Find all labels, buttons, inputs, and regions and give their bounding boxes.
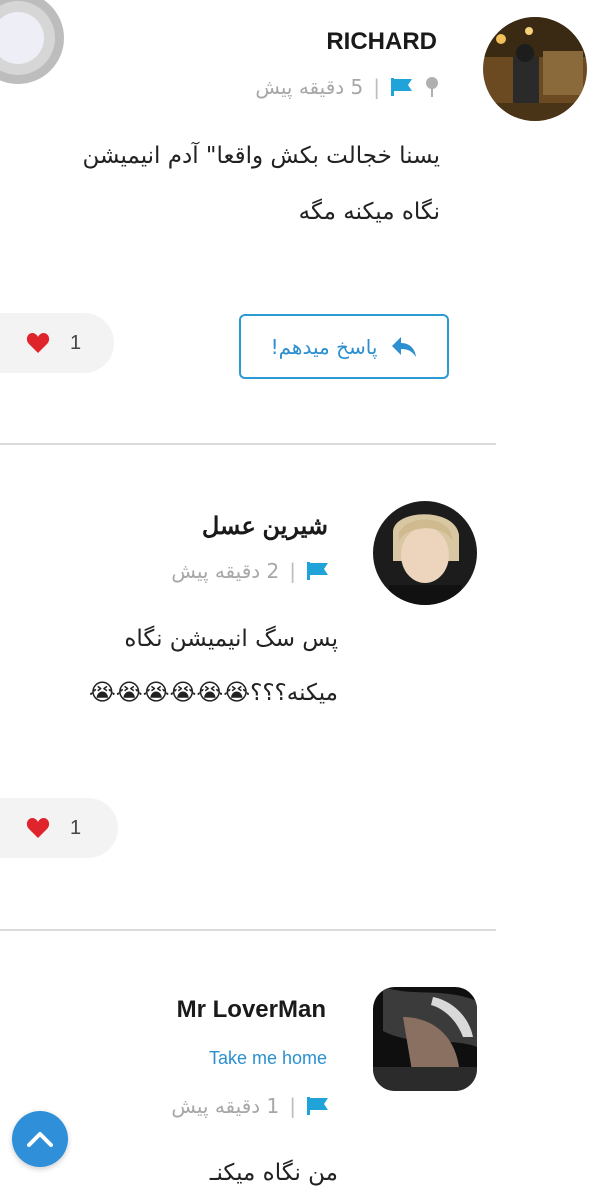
comment-time: 2 دقیقه پیش bbox=[171, 559, 280, 583]
flag-icon[interactable] bbox=[306, 561, 330, 581]
flag-icon[interactable] bbox=[306, 1096, 330, 1116]
like-button[interactable]: 1 bbox=[0, 313, 114, 373]
comment-body-line: میکنه؟؟؟😭😭😭😭😭😭 bbox=[88, 680, 338, 706]
comment-meta: | 2 دقیقه پیش bbox=[171, 559, 330, 583]
comment-item: شیرین عسل | 2 دقیقه پیش پس سگ انیمیشن نگ… bbox=[0, 446, 600, 930]
comment-divider bbox=[0, 929, 496, 931]
heart-icon bbox=[26, 818, 50, 838]
avatar[interactable] bbox=[373, 501, 477, 605]
meta-separator: | bbox=[289, 1094, 296, 1118]
avatar-photo bbox=[373, 987, 477, 1091]
scroll-to-top-button[interactable] bbox=[12, 1111, 68, 1167]
meta-separator: | bbox=[373, 75, 380, 99]
comment-body-line: نگاه میکنه مگه bbox=[298, 199, 440, 225]
meta-separator: | bbox=[289, 559, 296, 583]
comment-item: RICHARD | 5 دقیقه پیش یسنا خجالت بکش واق… bbox=[0, 0, 600, 440]
comment-time: 5 دقیقه پیش bbox=[255, 75, 364, 99]
chevron-up-icon bbox=[27, 1132, 53, 1147]
like-button[interactable]: 1 bbox=[0, 798, 118, 858]
avatar-photo bbox=[483, 17, 587, 121]
comment-author[interactable]: شیرین عسل bbox=[202, 512, 328, 541]
avatar[interactable] bbox=[373, 987, 477, 1091]
heart-icon bbox=[26, 333, 50, 353]
reply-button[interactable]: پاسخ میدهم! bbox=[239, 314, 449, 379]
comment-time: 1 دقیقه پیش bbox=[171, 1094, 280, 1118]
pin-icon[interactable] bbox=[424, 76, 440, 98]
comment-body: پس سگ انیمیشن نگاه میکنه؟؟؟😭😭😭😭😭😭 bbox=[0, 616, 338, 717]
comment-meta: | 1 دقیقه پیش bbox=[171, 1094, 330, 1118]
flag-icon[interactable] bbox=[390, 77, 414, 97]
comment-body: یسنا خجالت بکش واقعا" آدم انیمیشن نگاه م… bbox=[0, 133, 440, 236]
avatar[interactable] bbox=[483, 17, 587, 121]
reply-arrow-icon bbox=[392, 336, 417, 357]
comment-author[interactable]: RICHARD bbox=[326, 28, 437, 56]
comment-body-line: یسنا خجالت بکش واقعا" آدم انیمیشن bbox=[82, 143, 440, 169]
author-subtitle: Take me home bbox=[208, 1048, 327, 1068]
avatar-photo bbox=[373, 501, 477, 605]
like-count: 1 bbox=[70, 331, 82, 354]
comment-body-line: پس سگ انیمیشن نگاه bbox=[124, 626, 338, 652]
comment-divider bbox=[0, 443, 496, 445]
like-count: 1 bbox=[70, 816, 82, 839]
comment-item: Mr LoverMan Take me home | 1 دقیقه پیش م… bbox=[0, 932, 600, 1202]
reply-label: پاسخ میدهم! bbox=[270, 334, 378, 359]
comment-meta: | 5 دقیقه پیش bbox=[255, 75, 440, 99]
comment-author[interactable]: Mr LoverMan bbox=[177, 996, 326, 1024]
